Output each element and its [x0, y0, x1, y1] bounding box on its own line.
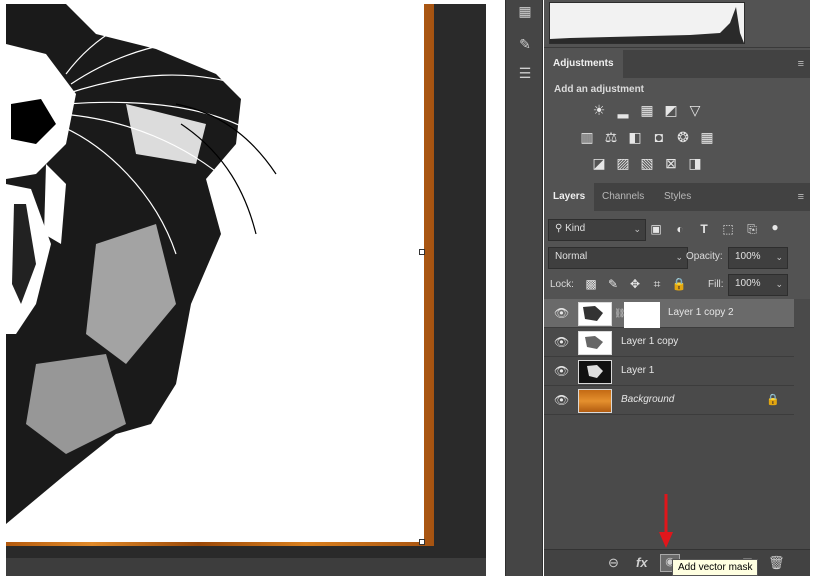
tab-layers[interactable]: Layers [544, 183, 595, 211]
hue-saturation-icon[interactable]: ▥ [578, 128, 596, 146]
layers-panel-menu-icon[interactable]: ≡ [798, 191, 804, 203]
tab-adjustments[interactable]: Adjustments [544, 50, 623, 78]
chevron-down-icon: ⌄ [633, 224, 641, 234]
visibility-eye-icon[interactable]: 👁 [554, 364, 569, 378]
fill-value: 100% [735, 278, 761, 289]
layer-name: Layer 1 copy 2 [668, 307, 734, 318]
histogram-bars [550, 7, 744, 43]
layer-thumbnail [578, 389, 612, 413]
photo-filter-icon[interactable]: ◘ [650, 128, 668, 146]
fill-input[interactable]: 100% ⌄ [728, 274, 788, 296]
curves-icon[interactable]: ▦ [638, 101, 656, 119]
lock-artboard-icon[interactable]: ⌗ [648, 275, 666, 293]
lock-all-icon[interactable]: 🔒 [670, 275, 688, 293]
layer-filter-kind-select[interactable]: ⚲ Kind ⌄ [548, 219, 646, 241]
threshold-icon[interactable]: ▧ [638, 154, 656, 172]
blend-mode-select[interactable]: Normal ⌄ [548, 247, 688, 269]
transform-handle-bottom-right[interactable] [419, 539, 425, 545]
levels-icon[interactable]: ▂ [614, 101, 632, 119]
tab-channels[interactable]: Channels [593, 183, 653, 211]
fx-icon[interactable]: fx [636, 555, 648, 570]
tab-styles[interactable]: Styles [655, 183, 700, 211]
red-arrow-annotation [659, 494, 673, 548]
layer-name: Background [621, 394, 675, 405]
gradient-map-icon[interactable]: ◨ [686, 154, 704, 172]
filter-shape-layer-icon[interactable]: ⬚ [719, 220, 737, 238]
layer-row[interactable]: 👁 Layer 1 copy [544, 328, 794, 357]
layer-thumbnail [578, 360, 612, 384]
layer-thumbnail [578, 302, 612, 326]
document-canvas[interactable] [6, 4, 486, 558]
black-white-icon[interactable]: ◧ [626, 128, 644, 146]
horizontal-scrollbar[interactable] [6, 558, 486, 576]
channel-mixer-icon[interactable]: ❂ [674, 128, 692, 146]
right-panel-dock: Adjustments ≡ Add an adjustment ☀ ▂ ▦ ◩ … [544, 0, 810, 576]
filter-pixel-layer-icon[interactable]: ▣ [647, 220, 665, 238]
panel-menu-icon[interactable]: ≡ [798, 58, 804, 70]
lock-label: Lock: [550, 279, 574, 290]
brush-presets-icon[interactable]: ✎ [514, 33, 536, 55]
delete-layer-icon[interactable]: 🗑 [768, 555, 785, 571]
filter-type-layer-icon[interactable]: T [695, 220, 713, 238]
tiger-thumbnail-icon [587, 365, 603, 378]
filter-smart-object-icon[interactable]: ⎘ [743, 220, 761, 238]
blend-mode-value: Normal [555, 251, 588, 262]
layer-row[interactable]: 👁 ⛓ Layer 1 copy 2 [544, 299, 794, 328]
layer-mask-thumbnail[interactable] [624, 302, 660, 328]
vibrance-icon[interactable]: ▽ [686, 101, 704, 119]
brightness-contrast-icon[interactable]: ☀ [590, 101, 608, 119]
layer-name: Layer 1 [621, 365, 655, 376]
layers-tab-bar: Layers Channels Styles ≡ [544, 183, 810, 211]
filter-toggle-icon[interactable]: ● [766, 218, 784, 236]
filter-kind-value: Kind [565, 223, 586, 234]
invert-icon[interactable]: ◪ [590, 154, 608, 172]
tiger-thumbnail-icon [585, 336, 603, 349]
chevron-down-icon: ⌄ [775, 252, 783, 262]
tiger-illustration [6, 4, 277, 524]
fill-label: Fill: [708, 279, 724, 290]
color-balance-icon[interactable]: ⚖ [602, 128, 620, 146]
layer-row[interactable]: 👁 Layer 1 [544, 357, 794, 386]
visibility-eye-icon[interactable]: 👁 [554, 306, 569, 320]
layer-name: Layer 1 copy [621, 336, 679, 347]
histogram-graph [549, 2, 745, 44]
visibility-eye-icon[interactable]: 👁 [554, 393, 569, 407]
posterize-icon[interactable]: ▨ [614, 154, 632, 172]
tiger-thumbnail-icon [583, 306, 603, 321]
chevron-down-icon: ⌄ [775, 279, 783, 289]
transform-handle-right[interactable] [419, 249, 425, 255]
lock-transparent-pixels-icon[interactable]: ▩ [582, 275, 600, 293]
opacity-value: 100% [735, 251, 761, 262]
chevron-down-icon: ⌄ [675, 252, 683, 262]
lock-image-pixels-icon[interactable]: ✎ [604, 275, 622, 293]
document-image [6, 4, 434, 546]
tiger-artwork [6, 4, 424, 542]
adjustments-tab-bar: Adjustments ≡ [544, 50, 810, 78]
panel-icon-strip: ▦ ✎ ☰ [505, 0, 543, 576]
selective-color-icon[interactable]: ⊠ [662, 154, 680, 172]
grid-panel-icon[interactable]: ▦ [514, 0, 536, 22]
layers-list: 👁 ⛓ Layer 1 copy 2 👁 Layer 1 copy 👁 Laye… [544, 299, 810, 549]
link-layers-icon[interactable]: ⊖ [608, 555, 619, 571]
exposure-icon[interactable]: ◩ [662, 101, 680, 119]
lock-position-icon[interactable]: ✥ [626, 275, 644, 293]
search-icon: ⚲ [555, 223, 566, 234]
layer-thumbnail [578, 331, 612, 355]
opacity-input[interactable]: 100% ⌄ [728, 247, 788, 269]
adjustments-heading: Add an adjustment [554, 84, 645, 95]
layer-row[interactable]: 👁 Background 🔒 [544, 386, 794, 415]
filter-adjustment-layer-icon[interactable]: ◐ [671, 220, 689, 238]
lock-icon: 🔒 [766, 394, 780, 406]
color-lookup-icon[interactable]: ▦ [698, 128, 716, 146]
visibility-eye-icon[interactable]: 👁 [554, 335, 569, 349]
tooltip: Add vector mask [672, 559, 759, 576]
properties-sliders-icon[interactable]: ☰ [514, 62, 536, 84]
histogram-panel [544, 0, 810, 48]
opacity-label: Opacity: [686, 251, 723, 262]
